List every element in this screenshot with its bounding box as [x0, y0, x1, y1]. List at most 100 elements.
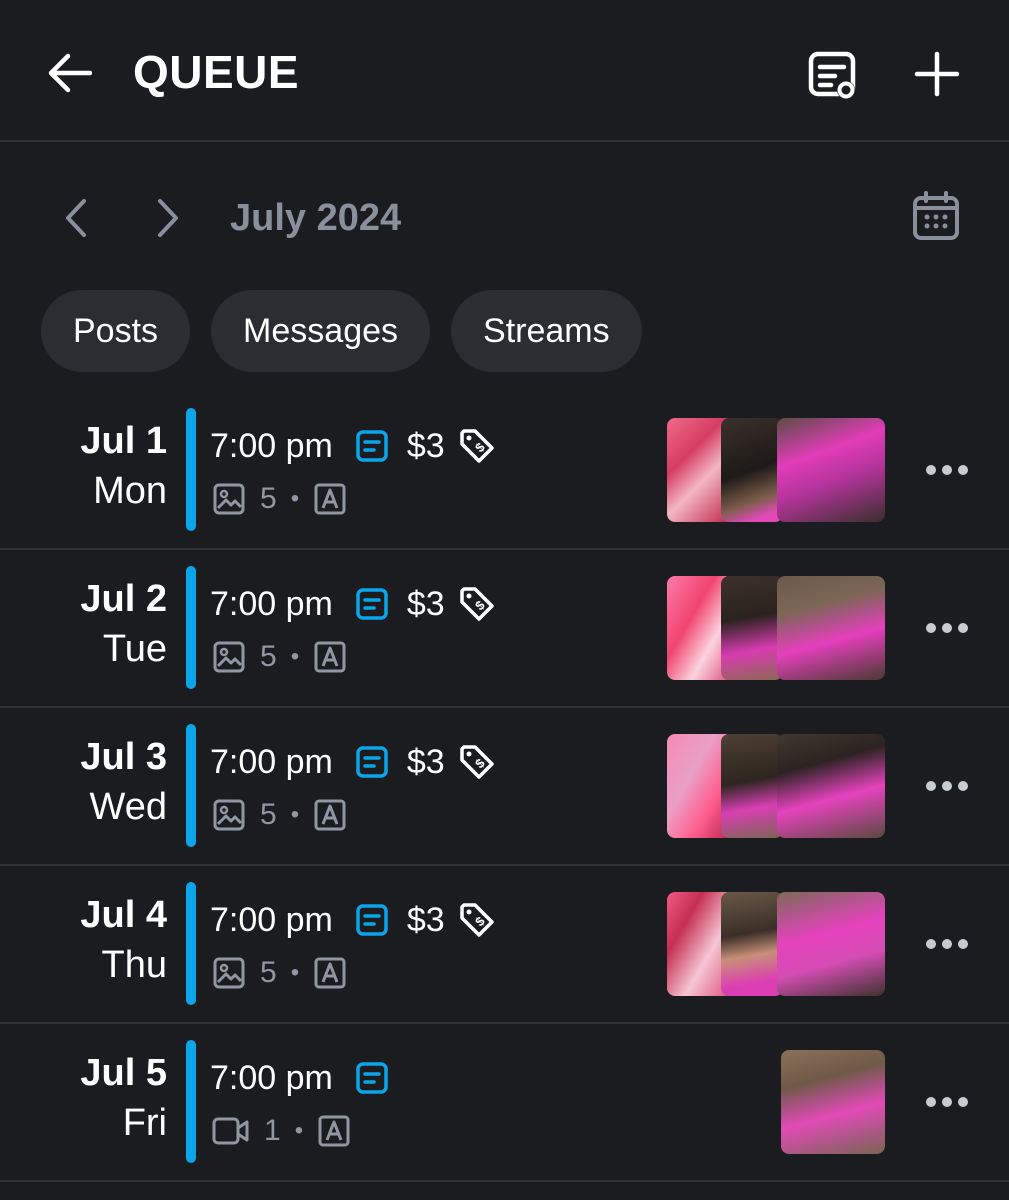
media-thumbnails[interactable]	[667, 1050, 885, 1154]
more-options-button[interactable]	[920, 452, 974, 488]
filter-chip-posts[interactable]: Posts	[41, 290, 191, 372]
price-tag-icon: $	[457, 900, 497, 940]
queue-list: Jul 1 Mon 7:00 pm $3 $ 5 • Jul 2 Tue 7:0…	[0, 392, 1009, 1182]
media-thumbnail[interactable]	[777, 418, 885, 522]
media-thumbnail[interactable]	[667, 892, 727, 996]
media-thumbnails[interactable]	[667, 418, 885, 522]
media-thumbnail[interactable]	[721, 734, 783, 838]
calendar-button[interactable]	[906, 188, 966, 244]
queue-item-time: 7:00 pm	[210, 1058, 333, 1097]
media-thumbnail[interactable]	[721, 418, 783, 522]
queue-item-date: Jul 1 Mon	[80, 418, 167, 518]
dot	[942, 465, 952, 475]
queue-list-button[interactable]	[804, 46, 862, 102]
image-icon	[212, 482, 246, 516]
queue-item[interactable]: Jul 3 Wed 7:00 pm $3 $ 5 •	[0, 708, 1009, 866]
queue-item-meta: 5 •	[212, 638, 347, 676]
separator-dot: •	[294, 1117, 304, 1144]
dot	[942, 939, 952, 949]
filter-chip-messages[interactable]: Messages	[211, 290, 431, 372]
filter-chip-streams[interactable]: Streams	[451, 290, 642, 372]
dot	[958, 1097, 968, 1107]
more-options-button[interactable]	[920, 1084, 974, 1120]
queue-item-day: Jul 2	[80, 578, 167, 620]
app-header: QUEUE	[0, 0, 1009, 142]
text-post-icon	[355, 587, 389, 621]
queue-item-accent-bar	[186, 882, 196, 1005]
more-options-button[interactable]	[920, 768, 974, 804]
more-options-button[interactable]	[920, 926, 974, 962]
queue-item-summary: 7:00 pm	[210, 1056, 389, 1100]
dot	[942, 781, 952, 791]
dot	[942, 1097, 952, 1107]
chevron-left-icon	[66, 199, 86, 237]
queue-item-accent-bar	[186, 566, 196, 689]
queue-item[interactable]: Jul 5 Fri 7:00 pm 1 •	[0, 1024, 1009, 1182]
image-icon	[212, 640, 246, 674]
queue-item-media-count: 5	[260, 798, 277, 831]
queue-item-media-count: 5	[260, 956, 277, 989]
queue-item-time: 7:00 pm	[210, 426, 333, 465]
queue-item-weekday: Tue	[102, 628, 167, 670]
queue-item-time: 7:00 pm	[210, 584, 333, 623]
add-button[interactable]	[910, 48, 964, 100]
auto-text-icon	[313, 956, 347, 990]
queue-item-day: Jul 3	[80, 736, 167, 778]
dot	[958, 465, 968, 475]
queue-item-meta: 5 •	[212, 954, 347, 992]
price-tag-icon: $	[457, 742, 497, 782]
back-button[interactable]	[44, 50, 94, 96]
queue-item-summary: 7:00 pm $3 $	[210, 582, 497, 626]
auto-text-icon	[313, 640, 347, 674]
arrow-left-icon	[48, 53, 92, 93]
dot	[958, 623, 968, 633]
queue-item-date: Jul 5 Fri	[80, 1050, 167, 1150]
media-thumbnail[interactable]	[667, 734, 727, 838]
filter-chips: Posts Messages Streams	[41, 290, 642, 372]
dot	[958, 781, 968, 791]
more-options-button[interactable]	[920, 610, 974, 646]
dot	[958, 939, 968, 949]
queue-item-price: $3	[406, 426, 445, 465]
calendar-icon	[913, 191, 959, 240]
media-thumbnail[interactable]	[777, 734, 885, 838]
media-thumbnails[interactable]	[667, 576, 885, 680]
queue-item[interactable]: Jul 4 Thu 7:00 pm $3 $ 5 •	[0, 866, 1009, 1024]
queue-item-accent-bar	[186, 1040, 196, 1163]
media-thumbnail[interactable]	[777, 892, 885, 996]
dot	[942, 623, 952, 633]
media-thumbnail[interactable]	[721, 892, 783, 996]
media-thumbnail[interactable]	[667, 576, 727, 680]
queue-item-day: Jul 4	[80, 894, 167, 936]
media-thumbnail[interactable]	[667, 418, 727, 522]
queue-item-price: $3	[406, 584, 445, 623]
list-schedule-icon	[808, 51, 856, 99]
auto-text-icon	[313, 482, 347, 516]
queue-item-meta: 1 •	[212, 1112, 351, 1150]
media-thumbnails[interactable]	[667, 734, 885, 838]
media-thumbnails[interactable]	[667, 892, 885, 996]
chevron-right-icon	[158, 199, 178, 237]
queue-item-accent-bar	[186, 724, 196, 847]
media-thumbnail[interactable]	[781, 1050, 885, 1154]
separator-dot: •	[290, 643, 300, 670]
queue-item-date: Jul 3 Wed	[80, 734, 167, 834]
previous-month-button[interactable]	[56, 194, 96, 242]
media-thumbnail[interactable]	[721, 576, 783, 680]
dot	[926, 623, 936, 633]
media-thumbnail[interactable]	[777, 576, 885, 680]
dot	[926, 781, 936, 791]
dot	[926, 465, 936, 475]
text-post-icon	[355, 1061, 389, 1095]
queue-item-accent-bar	[186, 408, 196, 531]
queue-item-weekday: Mon	[93, 470, 167, 512]
month-navigation: July 2024	[0, 178, 1009, 258]
image-icon	[212, 798, 246, 832]
queue-item-meta: 5 •	[212, 480, 347, 518]
queue-item[interactable]: Jul 2 Tue 7:00 pm $3 $ 5 •	[0, 550, 1009, 708]
price-tag-icon: $	[457, 426, 497, 466]
separator-dot: •	[290, 801, 300, 828]
text-post-icon	[355, 745, 389, 779]
next-month-button[interactable]	[148, 194, 188, 242]
queue-item[interactable]: Jul 1 Mon 7:00 pm $3 $ 5 •	[0, 392, 1009, 550]
